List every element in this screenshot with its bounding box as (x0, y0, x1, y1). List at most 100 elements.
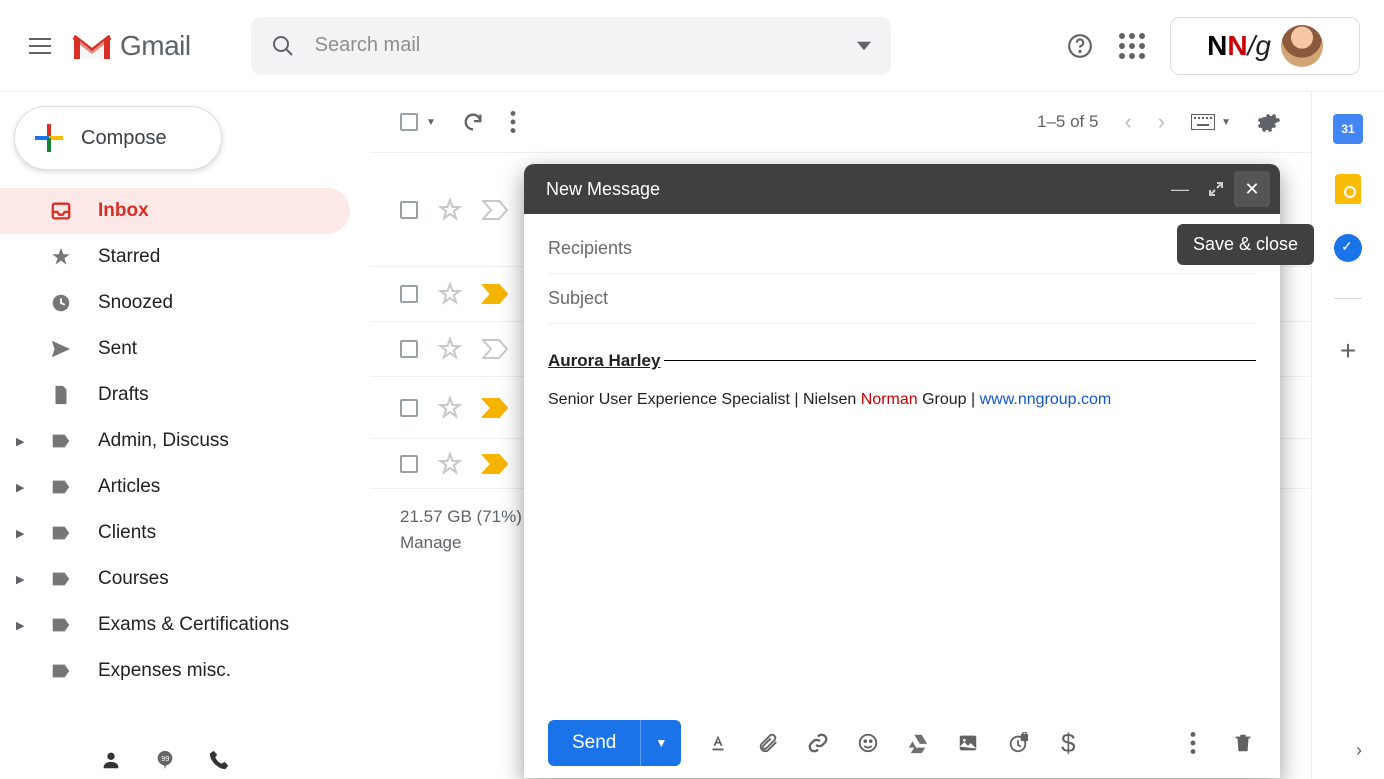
email-checkbox[interactable] (400, 399, 418, 417)
sidebar-item-expenses-misc-[interactable]: Expenses misc. (0, 648, 350, 694)
hangouts-icon[interactable]: 99 (154, 749, 176, 771)
email-checkbox[interactable] (400, 455, 418, 473)
input-tools-button[interactable]: ▼ (1191, 114, 1231, 130)
importance-icon[interactable] (482, 200, 508, 220)
clock-icon (50, 292, 72, 314)
star-icon[interactable] (438, 337, 462, 361)
sidebar-item-exams-certifications[interactable]: ▶Exams & Certifications (0, 602, 350, 648)
search-input[interactable] (315, 34, 837, 57)
link-button[interactable] (805, 730, 831, 756)
dialog-title: New Message (546, 179, 660, 200)
sidebar-label: Admin, Discuss (98, 430, 229, 452)
email-checkbox[interactable] (400, 201, 418, 219)
recipients-field[interactable] (548, 224, 1256, 274)
minimize-button[interactable]: — (1162, 171, 1198, 207)
importance-icon[interactable] (482, 339, 508, 359)
star-icon[interactable] (438, 198, 462, 222)
tasks-addon[interactable] (1334, 234, 1362, 262)
main-menu-button[interactable] (16, 22, 64, 70)
select-dropdown[interactable]: ▼ (426, 117, 436, 128)
close-button[interactable]: ✕ (1234, 171, 1270, 207)
expand-icon[interactable]: ▶ (16, 573, 30, 586)
star-icon[interactable] (438, 396, 462, 420)
get-addons-button[interactable]: + (1340, 335, 1356, 367)
signature-url[interactable]: www.nngroup.com (980, 391, 1112, 408)
sidebar-label: Sent (98, 338, 137, 360)
star-icon[interactable] (438, 452, 462, 476)
sidebar-item-courses[interactable]: ▶ Courses (0, 556, 350, 602)
formatting-button[interactable] (705, 730, 731, 756)
signature[interactable]: Aurora Harley Senior User Experience Spe… (548, 360, 1256, 409)
sidebar-item-starred[interactable]: Starred (0, 234, 350, 280)
sidebar-item-snoozed[interactable]: Snoozed (0, 280, 350, 326)
keep-addon[interactable] (1335, 174, 1361, 204)
importance-icon[interactable] (482, 454, 508, 474)
drive-button[interactable] (905, 730, 931, 756)
svg-text:99: 99 (161, 754, 169, 763)
photo-button[interactable] (955, 730, 981, 756)
person-icon[interactable] (100, 749, 122, 771)
sidebar-label: Inbox (98, 200, 149, 222)
emoji-button[interactable] (855, 730, 881, 756)
sidebar-item-admin-discuss[interactable]: ▶ Admin, Discuss (0, 418, 350, 464)
email-checkbox[interactable] (400, 340, 418, 358)
search-options-icon[interactable] (857, 39, 871, 53)
search-bar[interactable] (251, 17, 891, 75)
dialog-header[interactable]: New Message — ✕ (524, 164, 1280, 214)
side-panel: 31 + › (1312, 92, 1384, 779)
more-options-button[interactable] (1180, 730, 1206, 756)
help-button[interactable] (1066, 32, 1094, 60)
money-button[interactable]: $ (1055, 730, 1081, 756)
compose-button[interactable]: Compose (14, 106, 222, 170)
keyboard-icon (1191, 114, 1215, 130)
sidebar-label: Articles (98, 476, 160, 498)
settings-button[interactable] (1257, 110, 1281, 134)
hamburger-icon (29, 45, 51, 47)
gmail-m-icon (72, 31, 112, 61)
calendar-addon[interactable]: 31 (1333, 114, 1363, 144)
label-icon (50, 660, 72, 682)
expand-icon[interactable]: ▶ (16, 481, 30, 494)
hide-panel-button[interactable]: › (1356, 740, 1362, 761)
more-button[interactable] (510, 111, 516, 133)
sidebar-item-sent[interactable]: Sent (0, 326, 350, 372)
attach-button[interactable] (755, 730, 781, 756)
refresh-button[interactable] (462, 111, 484, 133)
discard-button[interactable] (1230, 730, 1256, 756)
email-checkbox[interactable] (400, 285, 418, 303)
gmail-logo[interactable]: Gmail (72, 30, 191, 62)
sidebar-item-articles[interactable]: ▶ Articles (0, 464, 350, 510)
confidential-button[interactable] (1005, 730, 1031, 756)
sidebar-item-clients[interactable]: ▶ Clients (0, 510, 350, 556)
importance-icon[interactable] (482, 398, 508, 418)
star-icon[interactable] (438, 282, 462, 306)
sidebar-label: Clients (98, 522, 156, 544)
expand-icon[interactable]: ▶ (16, 435, 30, 448)
star-icon (50, 246, 72, 268)
signature-name: Aurora Harley (548, 351, 664, 371)
dialog-footer: Send ▼ $ (524, 708, 1280, 778)
send-button[interactable]: Send ▼ (548, 720, 681, 766)
expand-icon[interactable]: ▶ (16, 619, 30, 632)
compose-label: Compose (81, 127, 167, 150)
apps-grid-icon (1119, 33, 1145, 59)
subject-field[interactable] (548, 274, 1256, 324)
expand-icon[interactable]: ▶ (16, 527, 30, 540)
fullscreen-button[interactable] (1198, 171, 1234, 207)
prev-page-button[interactable]: ‹ (1124, 109, 1131, 135)
user-avatar (1281, 25, 1323, 67)
phone-icon[interactable] (208, 749, 230, 771)
label-icon (50, 476, 72, 498)
send-options-dropdown[interactable]: ▼ (641, 736, 681, 750)
sidebar-label: Courses (98, 568, 169, 590)
google-apps-button[interactable] (1118, 32, 1146, 60)
sidebar-item-inbox[interactable]: Inbox (0, 188, 350, 234)
account-badge[interactable]: NN/g (1170, 17, 1360, 75)
next-page-button[interactable]: › (1158, 109, 1165, 135)
select-all-checkbox[interactable] (400, 113, 418, 131)
send-icon (50, 338, 72, 360)
sidebar-item-drafts[interactable]: Drafts (0, 372, 350, 418)
sidebar-label: Snoozed (98, 292, 173, 314)
importance-icon[interactable] (482, 284, 508, 304)
sidebar-label: Starred (98, 246, 160, 268)
